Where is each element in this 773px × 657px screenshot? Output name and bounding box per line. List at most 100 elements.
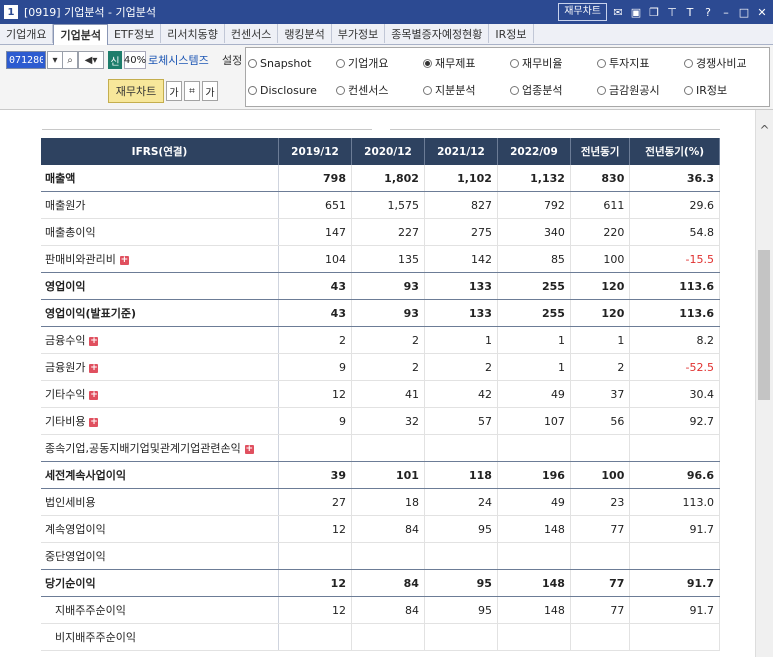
radio-button-icon[interactable]	[423, 85, 432, 95]
radio-button-icon[interactable]	[248, 85, 257, 95]
radio-button-icon[interactable]	[597, 85, 606, 95]
radio-button-icon[interactable]	[684, 58, 693, 68]
font-larger-button[interactable]: 가	[202, 81, 218, 101]
table-row: 매출원가 651 1,575 827 792 611 29.6	[41, 191, 720, 219]
maximize-icon[interactable]: □	[737, 5, 751, 19]
expand-plus-icon[interactable]: +	[89, 336, 99, 346]
row-label-cell: 비지배주주순이익	[41, 623, 279, 651]
value-cell: 77	[570, 515, 631, 543]
expand-plus-icon[interactable]: +	[89, 363, 99, 373]
finance-chart-button[interactable]: 재무차트	[108, 79, 164, 103]
table-row: 금융원가 +9 2 2 1 2 -52.5	[41, 353, 720, 381]
window-icon[interactable]: ▣	[629, 5, 643, 19]
dropdown-icon[interactable]: ▾	[47, 51, 63, 69]
value-cell: 275	[424, 218, 498, 246]
radio-label: 컨센서스	[348, 84, 389, 97]
tab-0[interactable]: 기업개요	[0, 24, 54, 43]
radio-option-11[interactable]: IR정보	[684, 82, 727, 98]
value-cell: 91.7	[629, 596, 720, 624]
scroll-thumb[interactable]	[758, 250, 770, 400]
mail-icon[interactable]: ✉	[611, 5, 625, 19]
copy-icon[interactable]: ❐	[647, 5, 661, 19]
value-cell: 77	[570, 569, 631, 597]
tab-8[interactable]: IR정보	[489, 24, 534, 43]
radio-option-7[interactable]: 컨센서스	[336, 82, 388, 98]
row-label-cell: 매출원가	[41, 191, 279, 219]
row-label: 종속기업,공동지배기업및관계기업관련손익	[45, 442, 241, 455]
settings-button[interactable]: 설정	[222, 51, 242, 69]
radio-option-4[interactable]: 투자지표	[597, 55, 649, 71]
window-number: 1	[4, 5, 18, 19]
radio-option-8[interactable]: 지분분석	[423, 82, 475, 98]
tab-2[interactable]: ETF정보	[108, 24, 162, 43]
expand-plus-icon[interactable]: +	[89, 390, 99, 400]
value-cell: 113.6	[629, 299, 720, 327]
radio-button-icon[interactable]	[336, 58, 345, 68]
value-cell: 1,802	[351, 165, 425, 192]
radio-button-icon[interactable]	[684, 85, 693, 95]
value-cell: 113.6	[629, 272, 720, 300]
value-cell: 101	[351, 461, 425, 489]
radio-button-icon[interactable]	[336, 85, 345, 95]
pin-icon[interactable]: ⊤	[665, 5, 679, 19]
minimize-icon[interactable]: –	[719, 5, 733, 19]
value-cell: 92.7	[629, 407, 720, 435]
font-smaller-button[interactable]: 가	[166, 81, 182, 101]
close-icon[interactable]: ✕	[755, 5, 769, 19]
value-cell: 49	[497, 380, 571, 408]
radio-option-10[interactable]: 금감원공시	[597, 82, 660, 98]
radio-option-3[interactable]: 재무비율	[510, 55, 562, 71]
radio-button-icon[interactable]	[423, 58, 432, 68]
radio-button-icon[interactable]	[248, 58, 257, 68]
expand-icon[interactable]: ⌗	[184, 81, 200, 101]
tab-1[interactable]: 기업분석	[53, 24, 108, 46]
radio-label: 기업개요	[348, 57, 389, 70]
value-cell: 107	[497, 407, 571, 435]
tab-6[interactable]: 부가정보	[332, 24, 386, 43]
radio-button-icon[interactable]	[510, 58, 519, 68]
value-cell: 792	[497, 191, 571, 219]
radio-option-6[interactable]: Disclosure	[248, 82, 317, 98]
sound-icon[interactable]: ◀▾	[78, 51, 104, 69]
expand-plus-icon[interactable]: +	[89, 417, 99, 427]
radio-label: 투자지표	[609, 57, 650, 70]
row-label: 매출액	[45, 172, 76, 185]
value-cell	[424, 542, 498, 570]
tab-4[interactable]: 컨센서스	[225, 24, 279, 43]
tab-7[interactable]: 종목별증자예정현황	[385, 24, 490, 43]
radio-option-9[interactable]: 업종분석	[510, 82, 562, 98]
radio-option-0[interactable]: Snapshot	[248, 55, 311, 71]
value-cell: 32	[351, 407, 425, 435]
finance-chart-title-button[interactable]: 재무차트	[558, 3, 607, 21]
radio-option-1[interactable]: 기업개요	[336, 55, 388, 71]
expand-plus-icon[interactable]: +	[119, 255, 129, 265]
scroll-up-icon[interactable]: ^	[756, 122, 773, 138]
row-label: 세전계속사업이익	[45, 469, 126, 482]
value-cell: 77	[570, 596, 631, 624]
income-statement-table: IFRS(연결) 2019/12 2020/12 2021/12 2022/09 전년동기…	[41, 138, 720, 651]
row-label-cell: 매출액	[41, 165, 279, 192]
search-icon[interactable]: ⌕	[62, 51, 78, 69]
tab-3[interactable]: 리서치동향	[161, 24, 225, 43]
help-icon[interactable]: ?	[701, 5, 715, 19]
value-cell	[497, 434, 571, 462]
value-cell: 30.4	[629, 380, 720, 408]
value-cell: 91.7	[629, 569, 720, 597]
column-header: 전년동기(%)	[629, 138, 720, 165]
value-cell: 9	[278, 353, 352, 381]
row-label: 계속영업이익	[45, 523, 106, 536]
row-label: 비지배주주순이익	[55, 631, 136, 644]
font-smaller-label: 가	[169, 87, 179, 99]
tab-5[interactable]: 랭킹분석	[278, 24, 332, 43]
vertical-scrollbar[interactable]: ^	[755, 110, 773, 657]
radio-button-icon[interactable]	[510, 85, 519, 95]
radio-option-5[interactable]: 경쟁사비교	[684, 55, 747, 71]
radio-button-icon[interactable]	[597, 58, 606, 68]
radio-label: IR정보	[696, 84, 728, 97]
radio-option-2[interactable]: 재무제표	[423, 55, 475, 71]
font-icon[interactable]: T	[683, 5, 697, 19]
expand-plus-icon[interactable]: +	[244, 444, 254, 454]
value-cell: 37	[570, 380, 631, 408]
stock-code-input[interactable]	[6, 51, 46, 69]
value-cell: 96.6	[629, 461, 720, 489]
